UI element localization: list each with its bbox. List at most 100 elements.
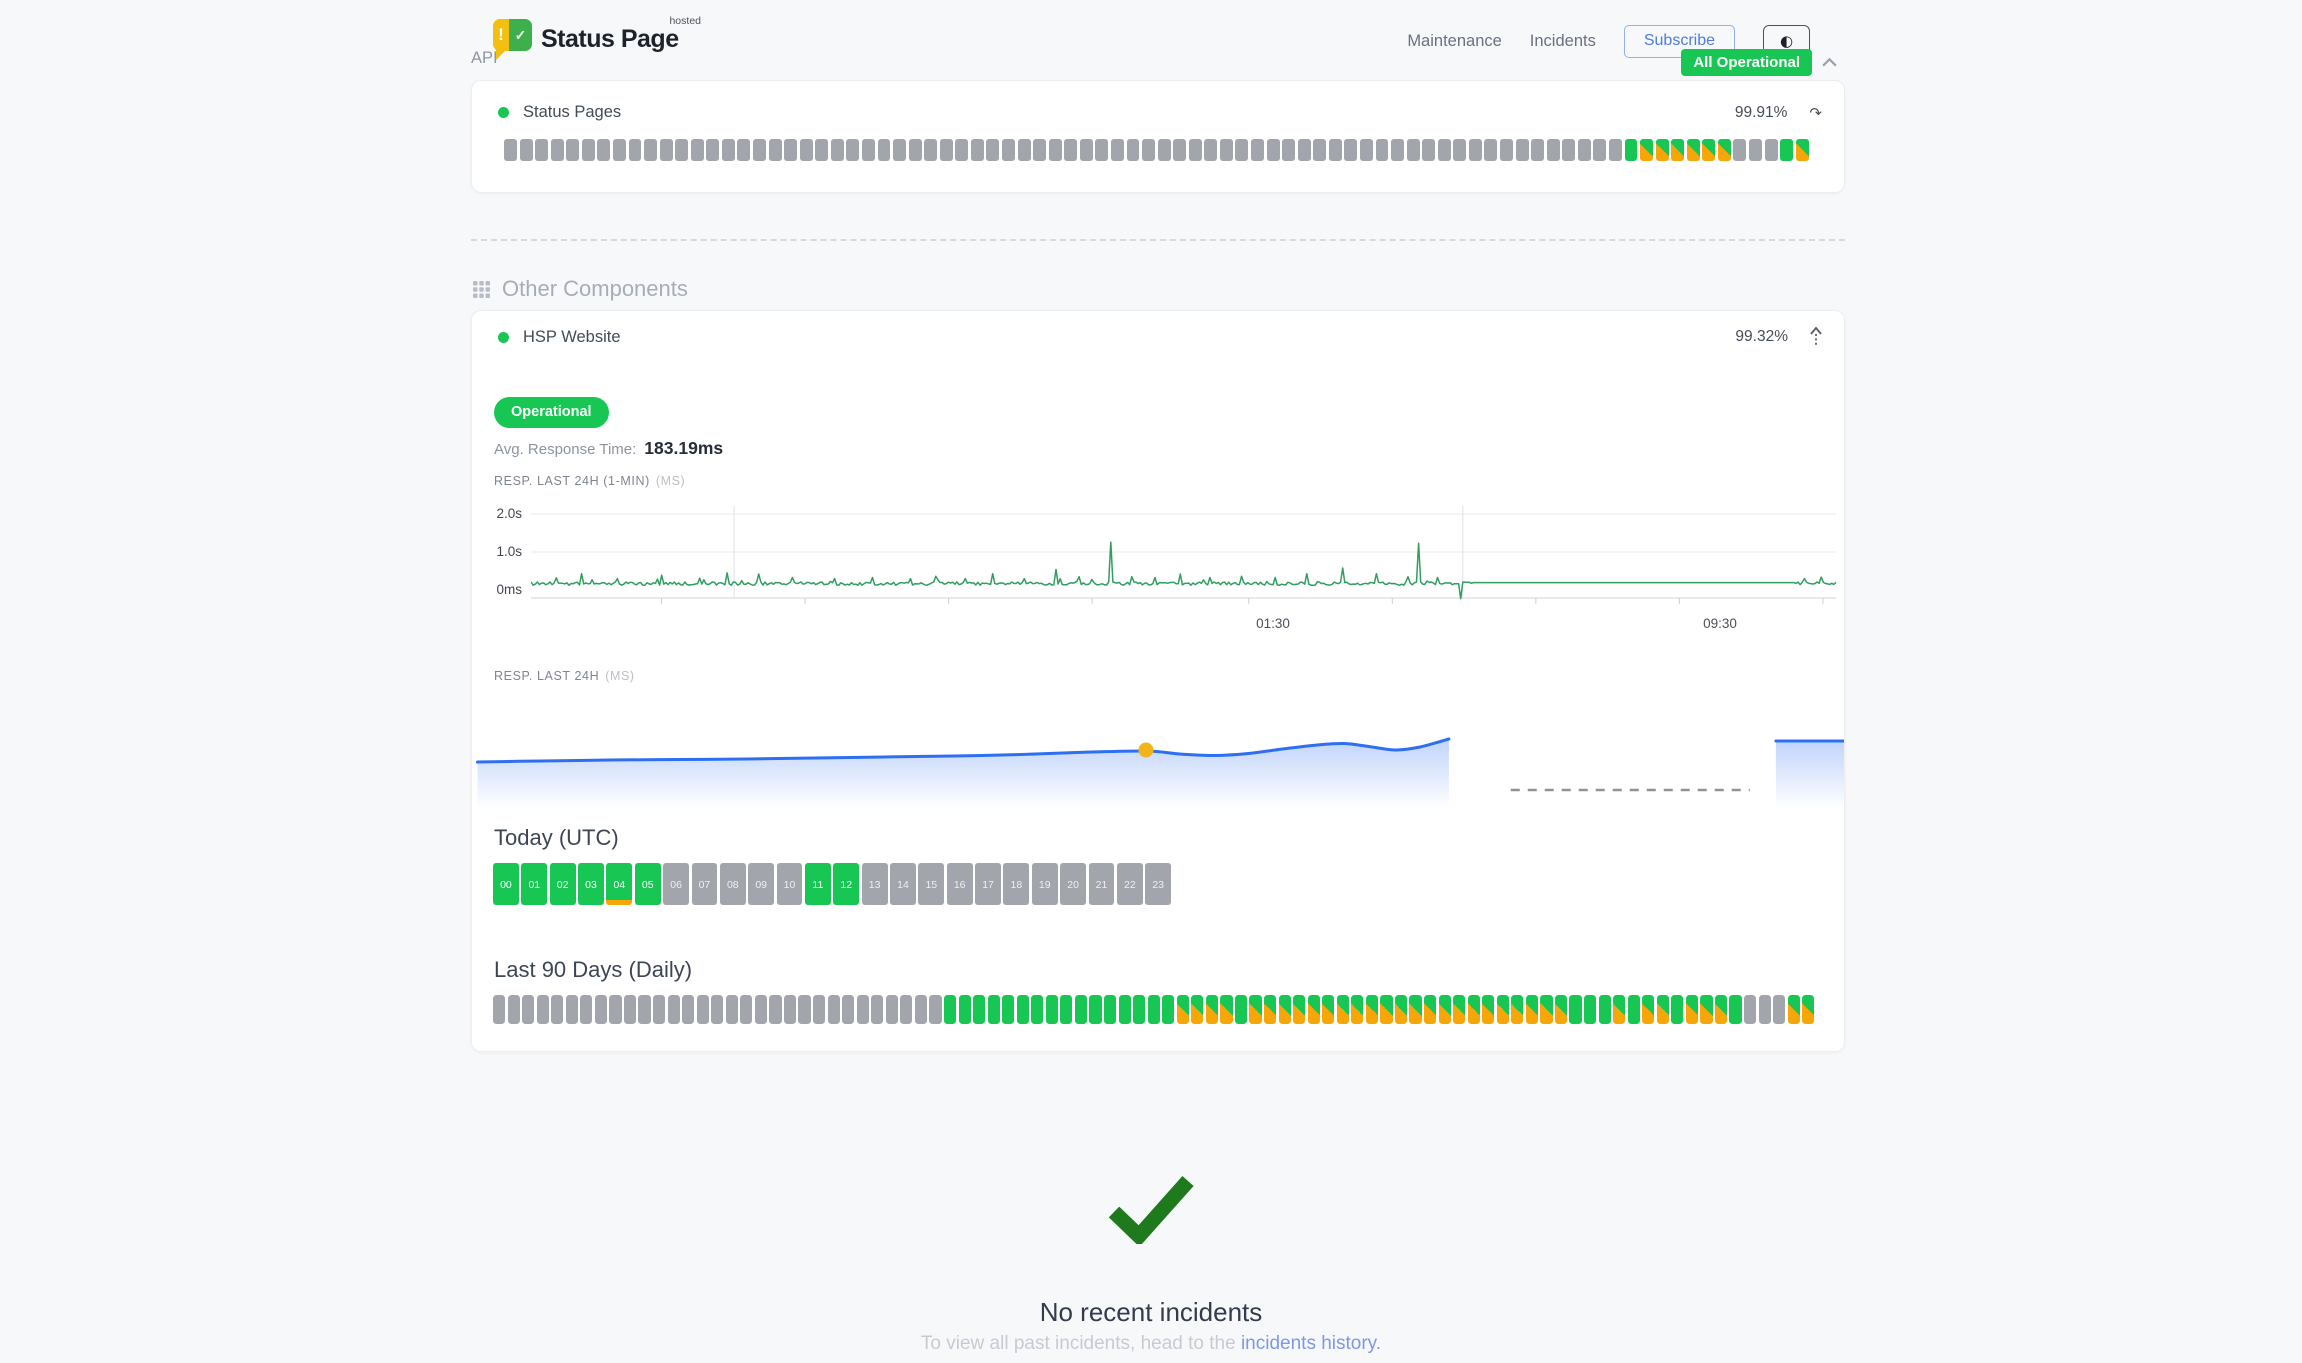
day-bar	[1540, 995, 1552, 1024]
hour-block: 02	[550, 863, 576, 905]
uptime-bar	[800, 139, 813, 161]
uptime-bar	[1578, 139, 1591, 161]
uptime-bar	[1796, 139, 1809, 161]
today-utc-title: Today (UTC)	[494, 825, 619, 851]
component-row: HSP Website 99.32%	[498, 327, 1822, 347]
uptime-bar	[1204, 139, 1217, 161]
day-bar	[769, 995, 781, 1024]
day-bar	[1700, 995, 1712, 1024]
chart-unit: (MS)	[605, 669, 634, 683]
hour-label: 15	[925, 879, 937, 891]
day-bar	[1046, 995, 1058, 1024]
half-moon-icon: ◐	[1780, 34, 1793, 49]
nav-link-maintenance[interactable]: Maintenance	[1407, 32, 1501, 51]
hour-block: 08	[720, 863, 746, 905]
hour-label: 00	[500, 879, 512, 891]
exclamation-icon: !	[493, 19, 509, 51]
uptime-bar	[566, 139, 579, 161]
day-bar	[1613, 995, 1625, 1024]
uptime-bar	[1718, 139, 1731, 161]
day-bar	[1686, 995, 1698, 1024]
uptime-bar	[1282, 139, 1295, 161]
uptime-bar	[1609, 139, 1622, 161]
uptime-bar	[1376, 139, 1389, 161]
logo-bubble-tail-icon	[496, 49, 507, 60]
day-bar	[1729, 995, 1741, 1024]
uptime-percentage: 99.91%	[1735, 104, 1788, 122]
uptime-bar	[1142, 139, 1155, 161]
day-bar	[944, 995, 956, 1024]
uptime-bar	[613, 139, 626, 161]
day-bar	[813, 995, 825, 1024]
day-bar	[886, 995, 898, 1024]
hour-label: 05	[642, 879, 654, 891]
day-bar	[1409, 995, 1421, 1024]
incidents-history-link[interactable]: incidents history.	[1241, 1333, 1381, 1354]
day-bar	[1482, 995, 1494, 1024]
uptime-bar	[1593, 139, 1606, 161]
day-bar	[566, 995, 578, 1024]
day-bar	[1802, 995, 1814, 1024]
day-bar	[682, 995, 694, 1024]
hour-label: 18	[1011, 879, 1023, 891]
day-bar	[1366, 995, 1378, 1024]
hour-block: 16	[947, 863, 973, 905]
uptime-bar	[1344, 139, 1357, 161]
hour-label: 02	[557, 879, 569, 891]
overall-status: All Operational	[1681, 49, 1838, 76]
uptime-bar	[1500, 139, 1513, 161]
uptime-bar	[1516, 139, 1529, 161]
uptime-bar	[924, 139, 937, 161]
brand-logo-icon: ! ✓	[493, 19, 532, 51]
last-90-days-title: Last 90 Days (Daily)	[494, 957, 692, 983]
day-bar	[537, 995, 549, 1024]
hour-label: 17	[982, 879, 994, 891]
day-bar	[871, 995, 883, 1024]
uptime-bar	[846, 139, 859, 161]
last-90-days-strip	[493, 995, 1815, 1024]
uptime-bar	[1407, 139, 1420, 161]
uptime-bar	[1095, 139, 1108, 161]
uptime-bar	[1033, 139, 1046, 161]
other-components-header: Other Components	[473, 276, 688, 302]
uptime-bar	[986, 139, 999, 161]
hsp-website-card: HSP Website 99.32% Operational Avg. Resp…	[471, 310, 1845, 1052]
uptime-bar	[1064, 139, 1077, 161]
uptime-bar	[644, 139, 657, 161]
day-bar	[1715, 995, 1727, 1024]
chevron-up-icon[interactable]	[1821, 57, 1838, 68]
refresh-icon[interactable]: ↷	[1809, 104, 1822, 122]
uptime-bar	[597, 139, 610, 161]
hour-block: 12	[833, 863, 859, 905]
day-bar	[609, 995, 621, 1024]
expand-up-arrow-icon[interactable]	[1810, 327, 1822, 347]
day-bar	[1584, 995, 1596, 1024]
all-operational-badge: All Operational	[1681, 49, 1812, 76]
response-1min-chart	[531, 506, 1836, 618]
day-bar	[638, 995, 650, 1024]
uptime-bar	[862, 139, 875, 161]
day-bar	[1380, 995, 1392, 1024]
brand-title: Status Page	[541, 25, 679, 54]
day-bar	[1133, 995, 1145, 1024]
nav-link-incidents[interactable]: Incidents	[1530, 32, 1596, 51]
hour-block: 18	[1003, 863, 1029, 905]
day-bar	[1206, 995, 1218, 1024]
day-bar	[1177, 995, 1189, 1024]
day-bar	[595, 995, 607, 1024]
day-bar	[798, 995, 810, 1024]
x-axis-label-0130: 01:30	[1238, 616, 1308, 631]
avg-response-value: 183.19ms	[644, 438, 723, 458]
uptime-bar	[722, 139, 735, 161]
hour-block: 21	[1089, 863, 1115, 905]
hour-label: 16	[954, 879, 966, 891]
hour-block: 15	[918, 863, 944, 905]
uptime-bar	[1220, 139, 1233, 161]
day-bar	[1628, 995, 1640, 1024]
hour-label: 14	[897, 879, 909, 891]
uptime-bar	[1080, 139, 1093, 161]
day-bar	[1642, 995, 1654, 1024]
day-bar	[1191, 995, 1203, 1024]
hour-label: 12	[840, 879, 852, 891]
x-axis-label-0930: 09:30	[1685, 616, 1755, 631]
